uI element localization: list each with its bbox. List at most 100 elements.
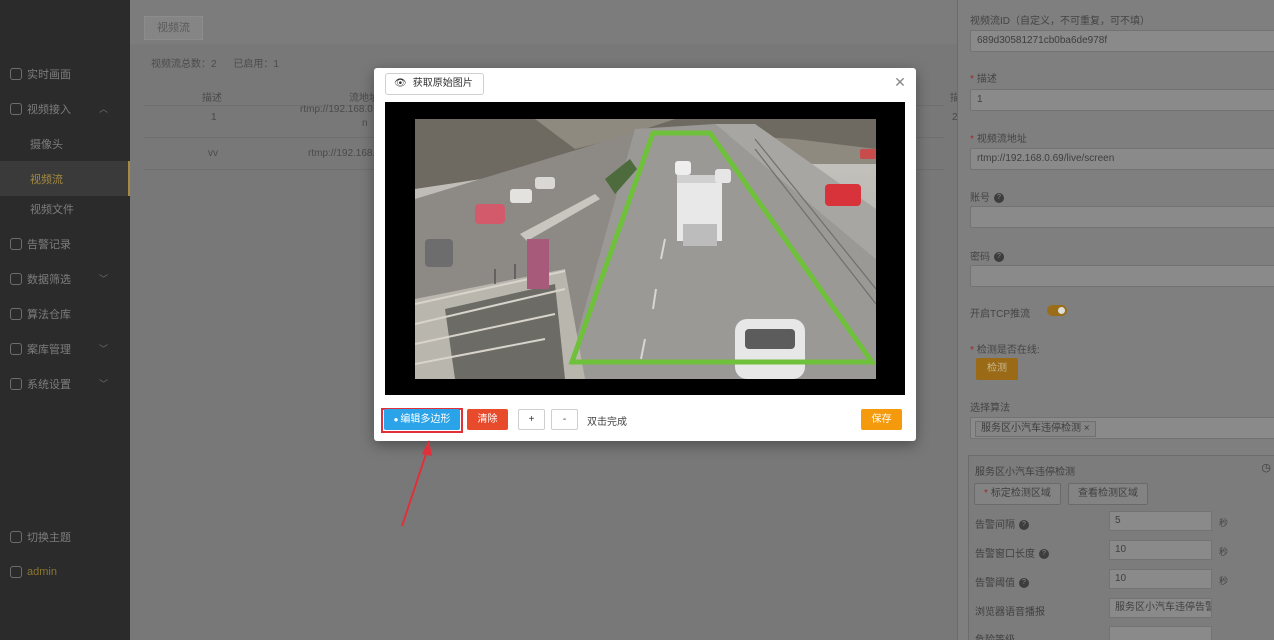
algo-select[interactable]: 服务区小汽车违停检测 × [970,417,1274,439]
user-icon [10,565,22,578]
zoom-out-button[interactable]: - [551,409,578,430]
stream-edit-drawer: 视频流ID（自定义，不可重复，可不填） 689d30581271cb0ba6de… [957,0,1274,640]
tab-bar: 视频流 [130,0,957,44]
desc-label: * 描述 [970,74,997,85]
password-input[interactable] [970,265,1274,287]
algo-chip[interactable]: 服务区小汽车违停检测 × [975,421,1096,437]
sidebar-item-live-view[interactable]: 实时画面 [0,56,130,91]
row-url-cont: n [362,118,368,129]
theme-icon [10,530,22,543]
sidebar-item-label: 摄像头 [30,138,63,151]
row-url: rtmp://192.168.: [308,148,379,159]
url-input[interactable]: rtmp://192.168.0.69/live/screen [970,148,1274,170]
chevron-down-icon: ﹀ [98,274,108,284]
stream-id-input[interactable]: 689d30581271cb0ba6de978f [970,30,1274,52]
road-scene [415,119,876,379]
total-count: 视频流总数：2 [151,59,217,70]
sidebar-item-label: 告警记录 [27,238,71,251]
tab-video-stream[interactable]: 视频流 [144,16,203,40]
annotation-arrow [401,440,432,527]
monitor-icon [10,67,22,80]
algo-card-title: 服务区小汽车违停检测 [975,467,1075,478]
param-unit: 秒 [1219,576,1229,586]
modal-footer: ● 编辑多边形 清除 + - 双击完成 保存 [374,407,916,433]
sidebar-item-label: 数据筛选 [27,273,71,286]
alarm-icon [10,237,22,250]
chevron-up-icon: ︿ [98,104,108,114]
param-unit: 秒 [1219,518,1229,528]
stream-id-label: 视频流ID（自定义，不可重复，可不填） [970,16,1150,27]
param-input[interactable]: 10 [1109,540,1212,560]
chevron-down-icon: ﹀ [98,379,108,389]
desc-input[interactable]: 1 [970,89,1274,111]
sidebar-item-camera[interactable]: 摄像头 [0,126,130,161]
param-input[interactable]: 10 [1109,569,1212,589]
param-input[interactable]: 5 [1109,511,1212,531]
param-label: 危险等级 [975,631,1015,640]
param-label: 告警阈值? [975,574,1029,589]
param-label: 浏览器语音播报 [975,607,1045,618]
close-icon[interactable]: ✕ [894,75,906,89]
polygon-editor-modal: 👁 获取原始图片 ✕ ● 编辑多边形 清除 + - 双击完成 保存 [374,68,916,441]
param-label: 告警窗口长度? [975,545,1049,560]
online-label: * 检测是否在线: [970,345,1040,356]
theme-switch[interactable]: 切换主题 [0,519,130,554]
save-button[interactable]: 保存 [861,409,902,430]
param-label: 告警间隔? [975,516,1029,531]
password-label: 密码? [970,248,1004,263]
sidebar-item-video-access[interactable]: 视频接入 ︿ [0,91,130,126]
sidebar-item-case-management[interactable]: 案库管理 ﹀ [0,331,130,366]
url-label: * 视频流地址 [970,134,1027,145]
tcp-label: 开启TCP推流 [970,309,1030,320]
get-original-image-button[interactable]: 👁 获取原始图片 [385,73,484,95]
tcp-toggle[interactable] [1047,305,1067,316]
sidebar-item-algorithm-repo[interactable]: 算法仓库 [0,296,130,331]
help-icon: ? [1019,520,1029,531]
close-icon[interactable]: × [1084,423,1090,434]
algo-config-card: 服务区小汽车违停检测 ◷ * 标定检测区域 查看检测区域 告警间隔? 5 秒 告警… [968,455,1274,640]
help-icon: ? [994,193,1004,204]
sidebar-item-system-settings[interactable]: 系统设置 ﹀ [0,366,130,401]
algo-label: 选择算法 [970,403,1010,414]
sidebar: 实时画面 视频接入 ︿ 摄像头 视频流 视频文件 告警记录 数据筛选 ﹀ 算法仓库 … [0,0,130,640]
stream-stats: 视频流总数：2 已启用：1 [151,55,293,70]
detect-button[interactable]: 检测 [976,358,1018,380]
view-area-button[interactable]: 查看检测区域 [1068,483,1148,505]
double-click-hint: 双击完成 [587,417,627,428]
account-input[interactable] [970,206,1274,228]
mark-area-button[interactable]: * 标定检测区域 [974,483,1061,505]
camera-frame-image [415,119,876,379]
help-icon: ? [1019,578,1029,589]
help-icon: ? [994,252,1004,263]
sidebar-item-alarm-records[interactable]: 告警记录 [0,226,130,261]
help-icon: ? [1039,549,1049,560]
folder-icon [10,342,22,355]
sidebar-item-label: 视频文件 [30,203,74,216]
sidebar-item-label: 案库管理 [27,343,71,356]
polygon-canvas[interactable] [385,102,905,395]
clear-button[interactable]: 清除 [467,409,508,430]
sidebar-item-data-filter[interactable]: 数据筛选 ﹀ [0,261,130,296]
row-url: rtmp://192.168.0. [300,104,376,115]
username: admin [27,565,57,578]
param-unit: 秒 [1219,547,1229,557]
row-desc: vv [208,148,218,159]
param-input[interactable]: 服务区小汽车违停告警 [1109,598,1212,618]
enabled-count: 已启用：1 [233,59,279,70]
sidebar-item-label: 实时画面 [27,68,71,81]
zoom-in-button[interactable]: + [518,409,545,430]
edit-polygon-button[interactable]: ● 编辑多边形 [384,409,460,430]
sidebar-item-video-file[interactable]: 视频文件 [0,191,130,226]
cube-icon [10,307,22,320]
sidebar-item-label: 视频流 [30,173,63,186]
col-desc: 描述 [202,93,222,104]
row-desc: 1 [211,112,217,123]
eye-icon: 👁 [394,78,407,89]
sidebar-item-label: 视频接入 [27,103,71,116]
param-input[interactable] [1109,626,1212,640]
user-menu[interactable]: admin [0,554,130,589]
clock-icon[interactable]: ◷ [1261,461,1271,474]
chevron-down-icon: ﹀ [98,344,108,354]
sidebar-item-label: 算法仓库 [27,308,71,321]
gear-icon [10,377,22,390]
